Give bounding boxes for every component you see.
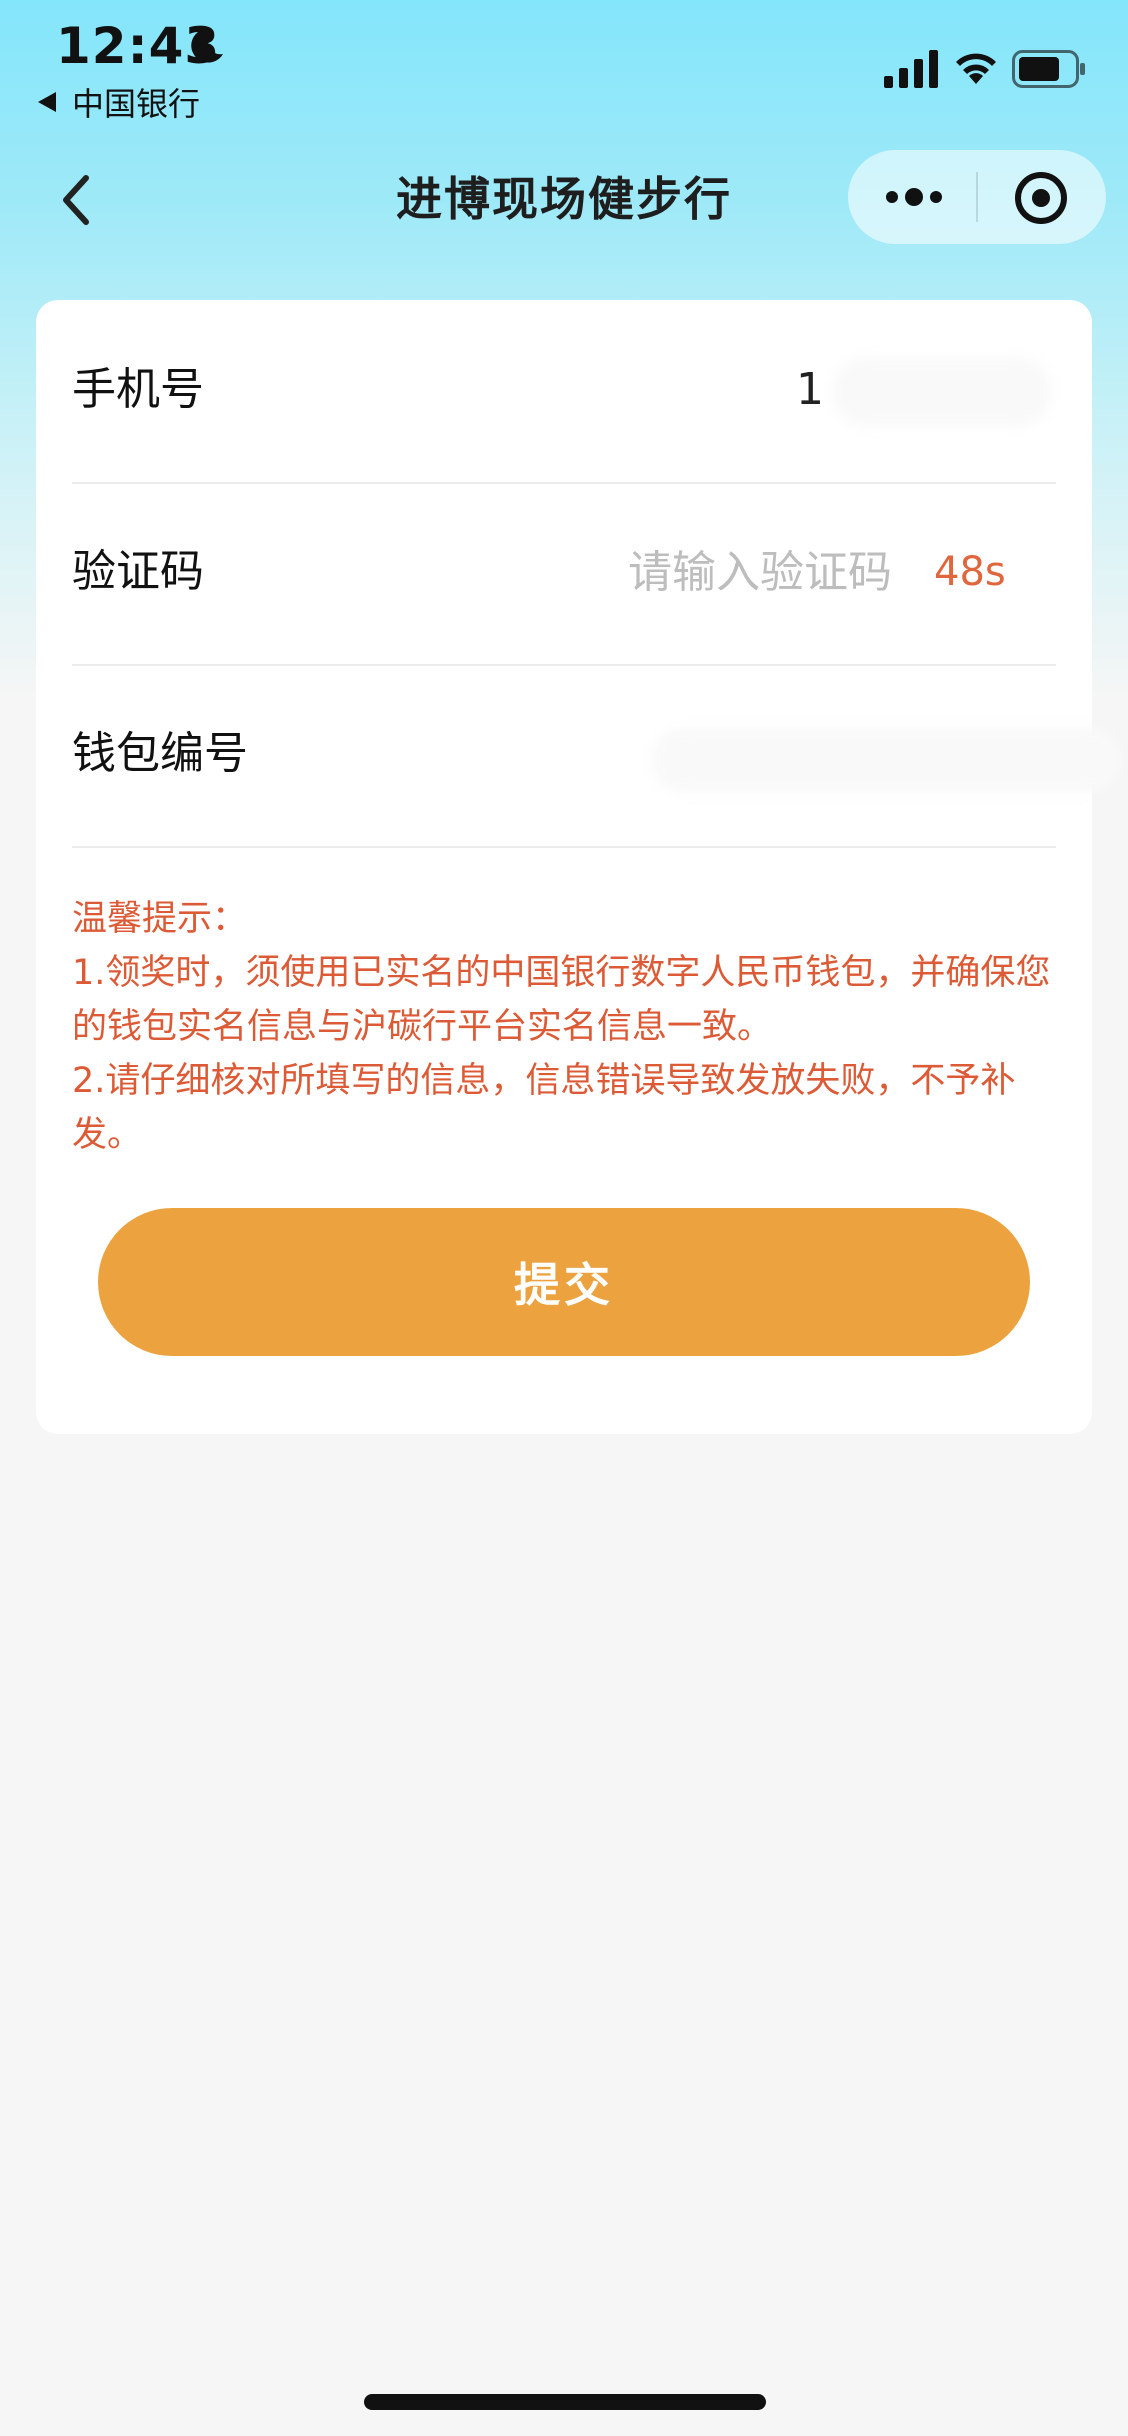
form-card: 手机号 1 验证码 48s 钱包编号 温馨提示： 1.领奖时，须使用已实名的中国… [36, 300, 1122, 1434]
phone-redacted [832, 358, 1052, 426]
phone-label: 手机号 [72, 364, 204, 415]
capsule-divider [976, 172, 978, 222]
submit-button[interactable]: 提交 [98, 1208, 1030, 1356]
code-label: 验证码 [72, 546, 204, 597]
back-to-app-label: 中国银行 [72, 85, 201, 123]
battery-icon [1012, 50, 1085, 88]
tips-heading: 温馨提示： [72, 899, 248, 939]
wallet-input[interactable] [652, 728, 1122, 792]
code-countdown: 48s [934, 549, 1006, 595]
phone-value: 1 [796, 364, 824, 415]
close-miniprogram-icon[interactable] [1014, 171, 1068, 225]
wifi-icon [956, 53, 996, 84]
miniprogram-capsule [848, 150, 1106, 244]
back-to-app-button[interactable]: 中国银行 [38, 78, 200, 126]
tips-line-1: 1.领奖时，须使用已实名的中国银行数字人民币钱包，并确保您的钱包实名信息与沪碳行… [72, 953, 1051, 1047]
more-icon[interactable] [882, 177, 946, 217]
tips-line-2: 2.请仔细核对所填写的信息，信息错误导致发放失败，不予补发。 [72, 1061, 1016, 1155]
wallet-row: 钱包编号 [72, 664, 1122, 848]
home-indicator [364, 2394, 766, 2410]
phone-row: 手机号 1 [72, 300, 1056, 484]
tips: 温馨提示： 1.领奖时，须使用已实名的中国银行数字人民币钱包，并确保您的钱包实名… [72, 892, 1072, 1162]
page-title: 进博现场健步行 [396, 172, 732, 226]
moon-icon [191, 28, 223, 63]
back-button[interactable] [52, 168, 100, 232]
code-row: 验证码 48s [72, 482, 1056, 666]
code-input[interactable] [492, 532, 892, 612]
wallet-label: 钱包编号 [72, 728, 248, 779]
signal-icon [884, 50, 938, 88]
back-arrow-icon [38, 92, 56, 112]
